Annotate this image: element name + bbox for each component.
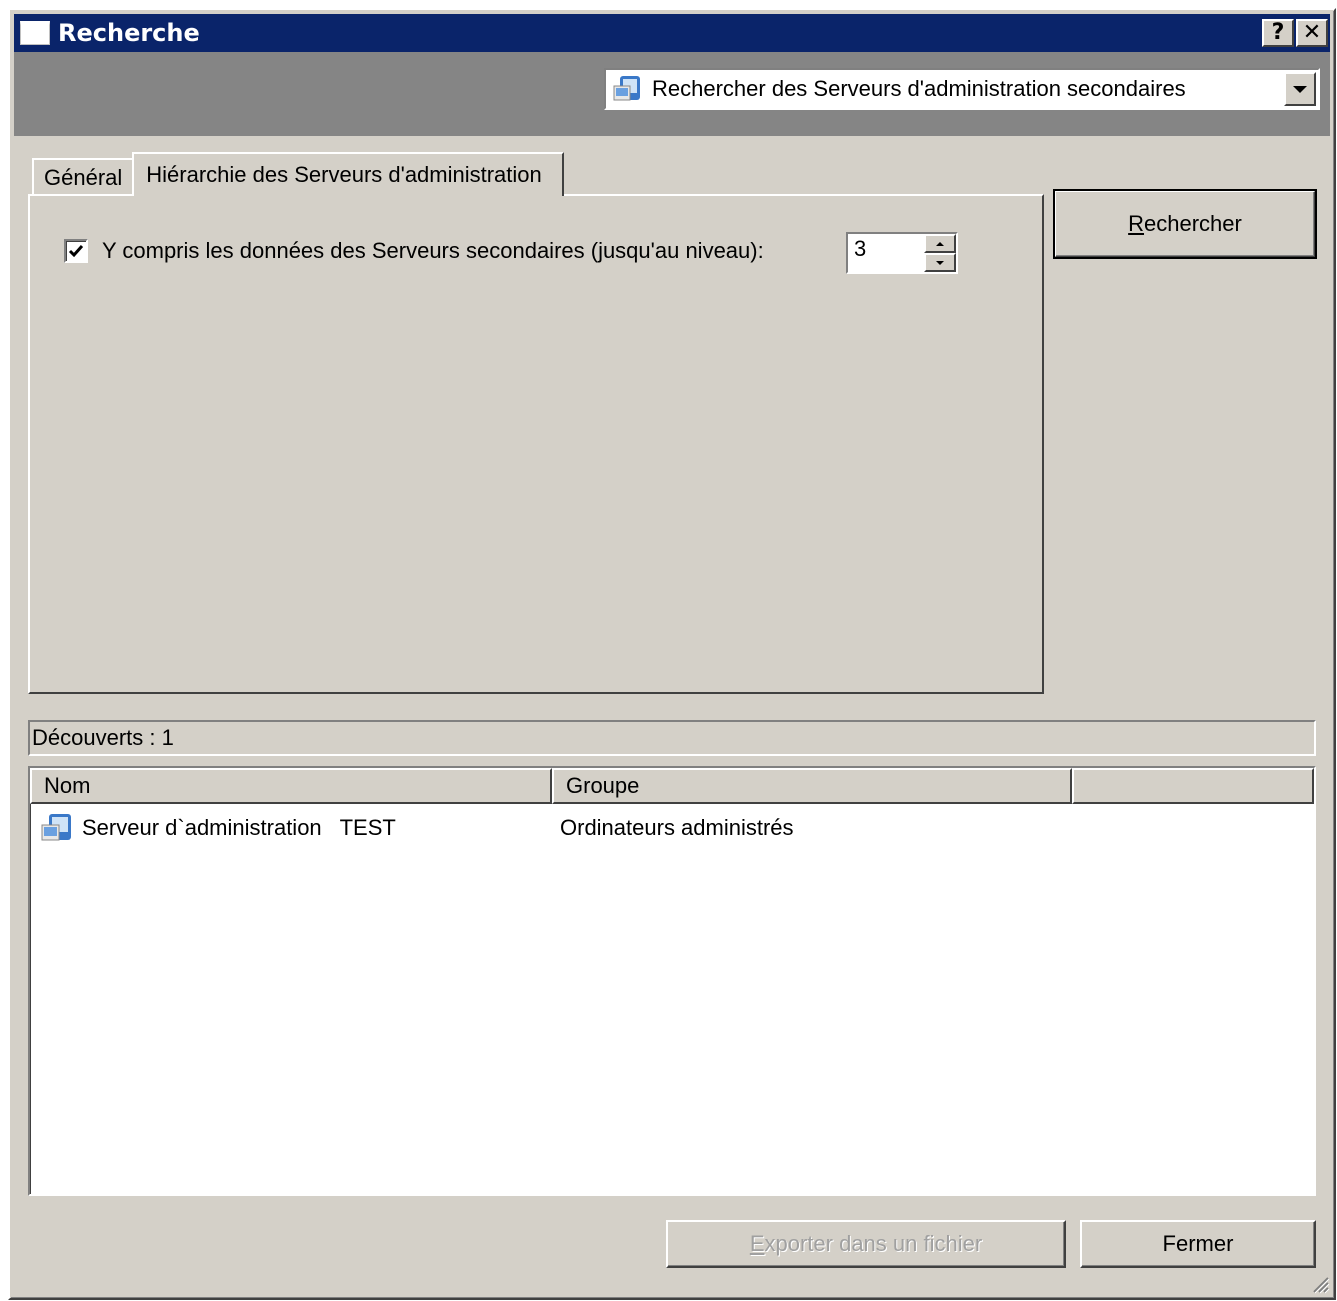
window-title: Recherche	[58, 19, 200, 47]
search-button-label: echercher	[1144, 211, 1242, 236]
results-header: Nom Groupe	[30, 768, 1314, 804]
level-spinner[interactable]: 3	[846, 232, 958, 274]
search-dialog: Recherche ? ✕ Rechercher des Serveurs d'…	[8, 8, 1336, 1300]
spin-up-button[interactable]	[924, 234, 956, 253]
arrow-down-icon	[936, 260, 944, 265]
level-value[interactable]: 3	[848, 234, 924, 262]
close-button[interactable]: Fermer	[1080, 1220, 1316, 1268]
window-icon	[20, 21, 50, 45]
column-header-group[interactable]: Groupe	[552, 768, 1072, 804]
column-header-empty[interactable]	[1072, 768, 1314, 804]
arrow-up-icon	[936, 241, 944, 246]
search-type-value: Rechercher des Serveurs d'administration…	[652, 76, 1186, 101]
column-header-name[interactable]: Nom	[30, 768, 552, 804]
server-icon	[613, 76, 640, 101]
found-count: Découverts : 1	[32, 725, 174, 750]
search-button[interactable]: Rechercher	[1053, 189, 1317, 259]
dropdown-arrow-button[interactable]	[1284, 72, 1316, 106]
search-type-select[interactable]: Rechercher des Serveurs d'administration…	[604, 68, 1320, 110]
table-row[interactable]: Serveur d`administration TEST Ordinateur…	[30, 808, 1314, 848]
export-button[interactable]: Exporter dans un fichier	[666, 1220, 1066, 1268]
server-icon	[41, 814, 71, 841]
checkmark-icon	[68, 245, 84, 258]
results-list[interactable]: Nom Groupe Serveur d`administration TEST…	[28, 766, 1316, 1196]
tab-hierarchy[interactable]: Hiérarchie des Serveurs d'administration	[132, 152, 564, 196]
include-secondary-label: Y compris les données des Serveurs secon…	[102, 238, 764, 263]
resize-grip-icon[interactable]	[1308, 1272, 1330, 1294]
tab-strip: Général Hiérarchie des Serveurs d'admini…	[32, 152, 564, 196]
help-button[interactable]: ?	[1262, 19, 1294, 47]
tab-panel-hierarchy: Y compris les données des Serveurs secon…	[28, 194, 1044, 694]
tab-general[interactable]: Général	[32, 158, 135, 196]
include-secondary-row: Y compris les données des Serveurs secon…	[64, 238, 764, 264]
include-secondary-checkbox[interactable]	[64, 239, 88, 263]
title-bar[interactable]: Recherche ? ✕	[14, 14, 1330, 52]
spin-down-button[interactable]	[924, 253, 956, 272]
row-group: Ordinateurs administrés	[560, 815, 794, 840]
search-type-band: Rechercher des Serveurs d'administration…	[14, 52, 1330, 136]
close-button-label: Fermer	[1162, 1231, 1234, 1256]
close-window-button[interactable]: ✕	[1296, 19, 1328, 47]
search-mnemonic: R	[1128, 211, 1145, 236]
export-mnemonic: E	[749, 1231, 765, 1256]
found-count-bar: Découverts : 1	[28, 720, 1316, 756]
export-button-label: xporter dans un fichier	[764, 1231, 983, 1256]
row-name: Serveur d`administration TEST	[82, 815, 396, 840]
chevron-down-icon	[1293, 85, 1307, 93]
